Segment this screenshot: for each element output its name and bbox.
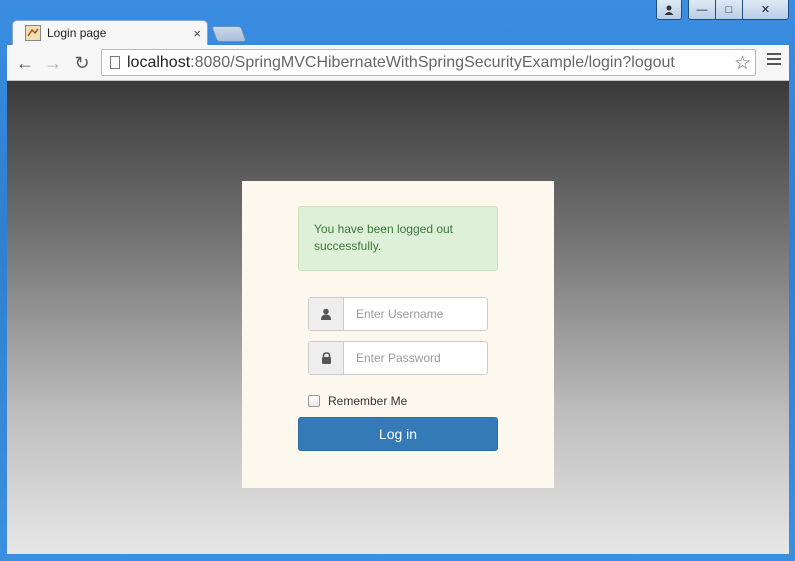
tab-title: Login page <box>47 26 107 40</box>
user-icon <box>309 298 344 330</box>
username-group <box>308 297 488 331</box>
page-viewport: You have been logged out successfully. R… <box>7 81 789 554</box>
login-button[interactable]: Log in <box>298 417 498 451</box>
lock-icon <box>309 342 344 374</box>
page-icon <box>110 56 120 69</box>
url-path: :8080/SpringMVCHibernateWithSpringSecuri… <box>190 54 675 71</box>
password-input[interactable] <box>344 342 487 374</box>
remember-me-checkbox[interactable] <box>308 395 320 407</box>
url-text: localhost:8080/SpringMVCHibernateWithSpr… <box>127 54 675 72</box>
remember-me-row: Remember Me <box>308 394 407 408</box>
minimize-button[interactable]: — <box>688 0 716 20</box>
user-profile-icon[interactable] <box>656 0 682 20</box>
tomcat-icon <box>25 25 41 41</box>
address-bar[interactable]: localhost:8080/SpringMVCHibernateWithSpr… <box>101 49 756 76</box>
maximize-button[interactable]: □ <box>716 0 743 20</box>
back-button[interactable]: ← <box>15 53 35 73</box>
logout-success-alert: You have been logged out successfully. <box>298 206 498 271</box>
forward-button[interactable]: → <box>43 53 63 73</box>
new-tab-button[interactable] <box>211 26 247 42</box>
browser-toolbar: ← → ↻ localhost:8080/SpringMVCHibernateW… <box>7 45 789 81</box>
close-window-button[interactable]: ✕ <box>743 0 789 20</box>
window-controls: — □ ✕ <box>656 0 789 21</box>
reload-button[interactable]: ↻ <box>72 53 92 73</box>
username-input[interactable] <box>344 298 487 330</box>
browser-window: — □ ✕ Login page × ← → ↻ localhost:8080/… <box>0 0 795 561</box>
remember-me-label: Remember Me <box>328 394 408 408</box>
login-card: You have been logged out successfully. R… <box>242 181 554 488</box>
browser-tab[interactable]: Login page × <box>12 20 208 45</box>
password-group <box>308 341 488 375</box>
bookmark-star-icon[interactable]: ☆ <box>734 52 751 75</box>
url-host: localhost <box>127 54 191 71</box>
tab-close-icon[interactable]: × <box>193 26 201 41</box>
browser-menu-icon[interactable] <box>767 53 781 68</box>
